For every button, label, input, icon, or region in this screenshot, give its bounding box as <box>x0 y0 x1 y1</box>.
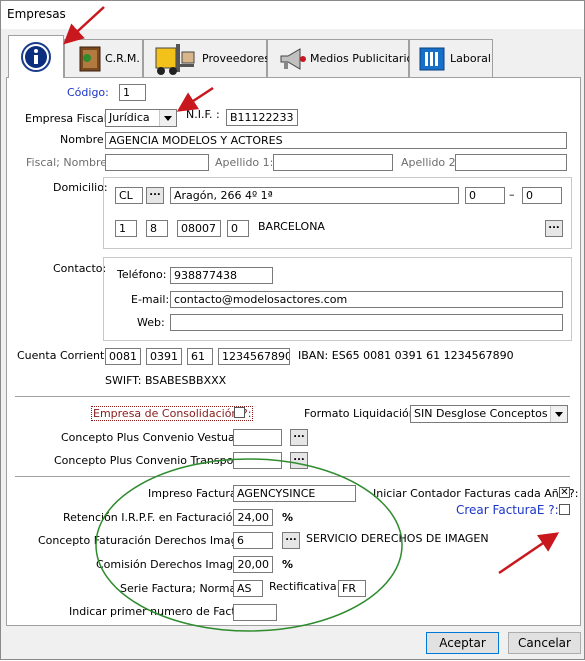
tab-laboral-label: Laboral <box>450 52 491 65</box>
ciudad-lookup-button[interactable]: ... <box>545 220 563 237</box>
vestuario-label: Concepto Plus Convenio Vestuario: <box>61 431 253 444</box>
window-title: Empresas <box>7 7 66 21</box>
serie-factura-field[interactable]: AS <box>233 580 263 597</box>
separator-1 <box>15 396 570 398</box>
formato-liquidacion-label: Formato Liquidación: <box>304 407 420 420</box>
nif-field[interactable]: B11122233 <box>226 109 298 126</box>
fiscal-nombre-label: Fiscal; Nombre: <box>26 156 111 169</box>
web-label: Web: <box>137 316 165 329</box>
swift-text: SWIFT: BSABESBBXXX <box>105 374 227 387</box>
chevron-down-icon[interactable] <box>159 110 176 126</box>
transporte-field[interactable] <box>233 452 282 469</box>
tipo-via-field[interactable]: CL <box>115 187 143 204</box>
nif-label: N.I.F. : <box>186 108 220 121</box>
concepto-derechos-label: Concepto Faturación Derechos Imagen: <box>38 534 256 547</box>
empresa-fiscal-value: Jurídica <box>109 111 150 124</box>
transporte-label: Concepto Plus Convenio Transporte: <box>54 454 253 467</box>
email-label: E-mail: <box>131 293 170 306</box>
iniciar-contador-checkbox[interactable]: ✕ <box>559 487 570 498</box>
cuenta-oficina-field[interactable]: 0391 <box>146 348 182 365</box>
cuenta-numero-field[interactable]: 1234567890 <box>218 348 290 365</box>
domicilio-f2-field[interactable]: 8 <box>146 220 168 237</box>
email-field[interactable]: contacto@modelosactores.com <box>170 291 563 308</box>
numero-desde-field[interactable]: 0 <box>465 187 505 204</box>
tipo-via-lookup-button[interactable]: ... <box>146 187 164 204</box>
tab-medios-publicitarios[interactable]: Medios Publicitarios <box>267 39 419 77</box>
impreso-factura-label: Impreso Factura: <box>148 487 241 500</box>
crear-facturae-label: Crear FacturaE ?: <box>456 503 559 517</box>
web-field[interactable] <box>170 314 563 331</box>
chevron-down-icon[interactable] <box>550 406 567 422</box>
domicilio-label: Domicilio: <box>53 181 108 194</box>
telefono-label: Teléfono: <box>117 268 167 281</box>
contacto-label: Contacto: <box>53 262 107 275</box>
retencion-pct: % <box>282 511 294 524</box>
formato-liquidacion-select[interactable]: SIN Desglose Conceptos <box>410 405 568 423</box>
crear-facturae-checkbox[interactable] <box>559 504 570 515</box>
tab-crm-label: C.R.M. <box>105 52 140 65</box>
codigo-label: Código: <box>67 86 109 99</box>
megaphone-icon <box>280 48 306 70</box>
cuenta-dc-field[interactable]: 61 <box>187 348 213 365</box>
fiscal-nombre-field[interactable] <box>105 154 209 171</box>
cancelar-button[interactable]: Cancelar <box>508 632 581 654</box>
numero-hasta-field[interactable]: 0 <box>522 187 562 204</box>
impreso-factura-field[interactable]: AGENCYSINCE <box>233 485 356 502</box>
rectificativa-label: Rectificativa: <box>269 580 341 593</box>
apellido1-field[interactable] <box>273 154 393 171</box>
tab-medios-label: Medios Publicitarios <box>310 52 419 65</box>
primer-numero-label: Indicar primer numero de Factura: <box>69 605 258 618</box>
telefono-field[interactable]: 938877438 <box>170 267 273 284</box>
serie-factura-label: Serie Factura; Normal: <box>120 582 243 595</box>
title-bar: Empresas <box>1 1 584 29</box>
comision-pct: % <box>282 558 294 571</box>
codigo-field[interactable]: 1 <box>119 84 146 101</box>
crm-book-icon <box>79 46 101 72</box>
info-icon <box>21 42 51 72</box>
apellido1-label: Apellido 1: <box>215 156 274 169</box>
domicilio-f1-field[interactable]: 1 <box>115 220 137 237</box>
aceptar-button[interactable]: Aceptar <box>426 632 499 654</box>
codigo-postal-field[interactable]: 08007 <box>177 220 221 237</box>
tab-proveedores[interactable]: Proveedores <box>143 39 270 77</box>
direccion-field[interactable]: Aragón, 266 4º 1ª <box>170 187 459 204</box>
consolidacion-checkbox[interactable] <box>234 407 245 418</box>
vestuario-lookup-button[interactable]: ... <box>290 429 308 446</box>
tab-crm[interactable]: C.R.M. <box>64 39 143 77</box>
comision-label: Comisión Derechos Imagen: <box>96 558 251 571</box>
concepto-derechos-field[interactable]: 6 <box>233 532 273 549</box>
cuenta-corriente-label: Cuenta Corriente: <box>17 349 115 362</box>
retencion-label: Retención I.R.P.F. en Facturación: <box>63 511 244 524</box>
forklift-icon <box>155 44 195 75</box>
concepto-derechos-lookup-button[interactable]: ... <box>282 532 300 549</box>
ciudad-text: BARCELONA <box>258 220 325 233</box>
nombre-field[interactable]: AGENCIA MODELOS Y ACTORES <box>105 132 567 149</box>
nombre-label: Nombre: <box>60 133 108 146</box>
apellido2-field[interactable] <box>455 154 567 171</box>
iban-text: IBAN: ES65 0081 0391 61 1234567890 <box>298 349 514 362</box>
consolidacion-label: Empresa de Consolidación ?: <box>91 406 254 421</box>
iniciar-contador-label: Iniciar Contador Facturas cada Año ?: <box>373 487 579 500</box>
empresa-fiscal-select[interactable]: Jurídica <box>105 109 177 127</box>
vestuario-field[interactable] <box>233 429 282 446</box>
empresa-fiscal-label: Empresa Fiscal: <box>25 112 111 125</box>
transporte-lookup-button[interactable]: ... <box>290 452 308 469</box>
tab-general[interactable] <box>8 35 64 78</box>
retencion-field[interactable]: 24,00 <box>233 509 273 526</box>
apellido2-label: Apellido 2: <box>401 156 460 169</box>
separator-2 <box>15 476 570 478</box>
tab-laboral[interactable]: Laboral <box>409 39 493 77</box>
domicilio-f4-field[interactable]: 0 <box>227 220 249 237</box>
laboral-icon <box>419 47 445 71</box>
comision-field[interactable]: 20,00 <box>233 556 273 573</box>
formato-liquidacion-value: SIN Desglose Conceptos <box>414 407 548 420</box>
empresas-window: Empresas C.R.M. Proveedores Medios Publi… <box>0 0 585 660</box>
tab-proveedores-label: Proveedores <box>202 52 270 65</box>
numero-dash: – <box>509 188 515 201</box>
concepto-derechos-desc: SERVICIO DERECHOS DE IMAGEN <box>306 532 489 545</box>
rectificativa-field[interactable]: FR <box>338 580 366 597</box>
primer-numero-field[interactable] <box>233 604 277 621</box>
cuenta-entidad-field[interactable]: 0081 <box>105 348 141 365</box>
